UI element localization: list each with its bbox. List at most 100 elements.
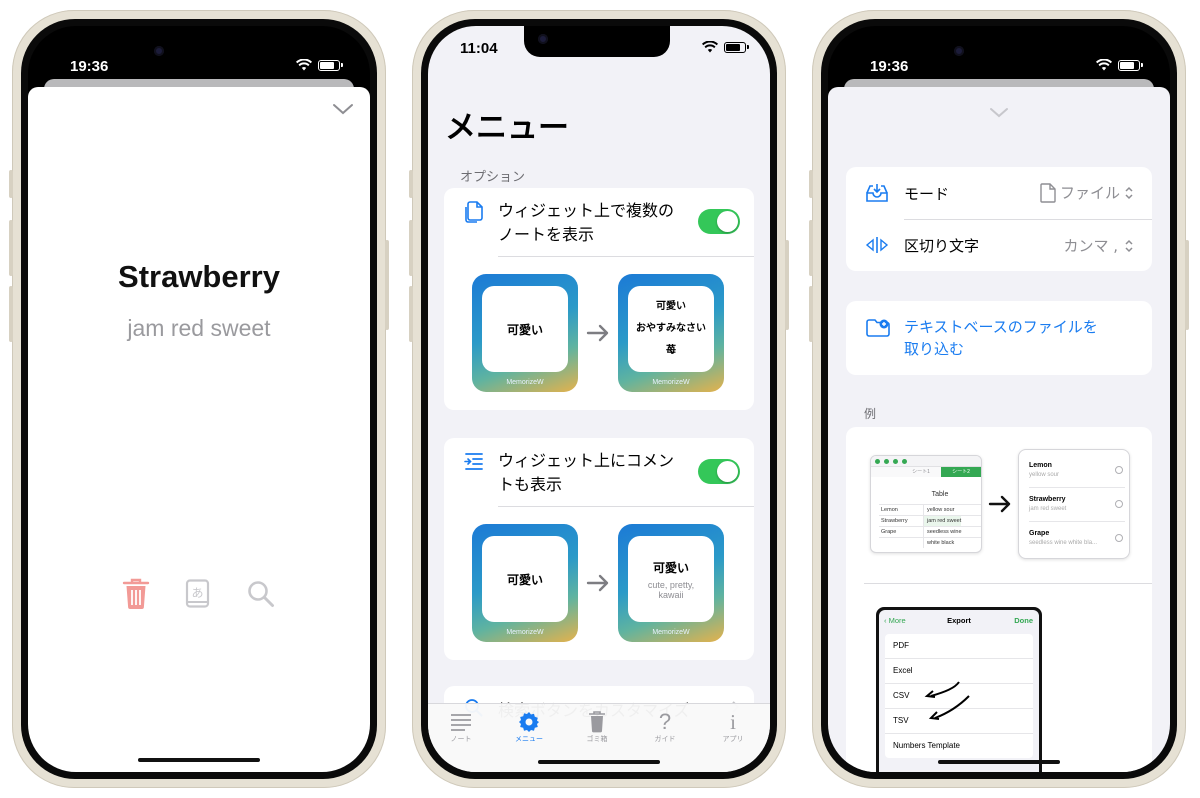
widget-brand: MemorizeW bbox=[506, 629, 544, 636]
example-card: シート1 シート2 Table Lemon yellow sour Strawber… bbox=[846, 427, 1152, 772]
tab-label: ノート bbox=[450, 735, 472, 743]
sheet-cell: yellow sour bbox=[927, 507, 955, 513]
list-item: Lemon yellow sour bbox=[1029, 454, 1125, 488]
table-title: Table bbox=[931, 491, 949, 498]
power-button bbox=[785, 240, 789, 330]
status-time: 19:36 bbox=[70, 58, 109, 75]
list-item-title: Strawberry bbox=[1029, 496, 1066, 503]
sheet-tab: シート1 bbox=[912, 469, 930, 475]
option-label-line: ウィジェット上にコメン bbox=[498, 451, 675, 470]
divider bbox=[498, 256, 754, 257]
multiple-notes-toggle[interactable] bbox=[698, 209, 740, 234]
battery-icon bbox=[724, 41, 749, 53]
sheet-tabs: シート1 シート2 bbox=[871, 467, 981, 477]
widget-brand: MemorizeW bbox=[652, 379, 690, 386]
widget-text: 可愛い bbox=[652, 560, 689, 575]
export-done[interactable]: Done bbox=[1014, 616, 1033, 625]
sheet-cell: jam red sweet bbox=[924, 516, 962, 526]
folder-add-icon bbox=[866, 319, 890, 337]
document-icon bbox=[1040, 182, 1056, 203]
export-screen: ‹ More Export Done PDF Excel CSV TSV Numbers… bbox=[879, 610, 1039, 772]
export-item[interactable]: PDF bbox=[885, 634, 1033, 659]
list-item-title: Grape bbox=[1029, 530, 1050, 537]
spreadsheet-toolbar bbox=[871, 456, 981, 467]
list-item-subtitle: jam red sweet bbox=[1029, 506, 1067, 512]
widget-text: kawaii bbox=[658, 589, 684, 600]
notch bbox=[524, 26, 670, 57]
chevron-down-icon[interactable] bbox=[332, 103, 354, 115]
setting-value-text: ファイル bbox=[1059, 184, 1120, 202]
tab-menu[interactable]: メニュー bbox=[504, 710, 554, 744]
arrow-right-icon bbox=[586, 574, 609, 592]
widget-brand: MemorizeW bbox=[652, 629, 690, 636]
setting-value-text: カンマ , bbox=[1063, 237, 1118, 255]
widget-content: 可愛い おやすみなさい 苺 bbox=[628, 286, 714, 372]
widget-content: 可愛い bbox=[482, 286, 568, 372]
import-label: テキストベースのファイルを 取り込む bbox=[904, 316, 1098, 360]
setting-value: ファイル bbox=[1040, 182, 1134, 203]
dictionary-icon[interactable]: あ bbox=[185, 579, 211, 609]
screen: 19:36 モード ファイル 区切り文字 カンマ , テキストベースのファイルを… bbox=[828, 26, 1170, 772]
tab-app[interactable]: i アプリ bbox=[708, 710, 758, 744]
show-comment-toggle[interactable] bbox=[698, 459, 740, 484]
bezel: 11:04 メニュー オプション ウィジェット上で複数の ノートを表示 可愛い … bbox=[421, 19, 777, 779]
volume-button bbox=[809, 286, 813, 342]
page-title: メニュー bbox=[445, 110, 569, 146]
list-item-title: Lemon bbox=[1029, 462, 1052, 469]
sheet-cell: Lemon bbox=[879, 505, 924, 515]
example-header: 例 bbox=[864, 407, 877, 421]
option-label: ウィジェット上で複数の ノートを表示 bbox=[498, 199, 674, 247]
camera bbox=[154, 46, 164, 56]
screen: 19:36 Strawberry jam red sweet あ bbox=[28, 26, 370, 772]
option-label-line: ノートを表示 bbox=[498, 225, 595, 244]
list-icon bbox=[451, 714, 471, 731]
wifi-icon bbox=[296, 59, 312, 71]
note-sheet: Strawberry jam red sweet あ bbox=[28, 87, 370, 772]
sheet-cell: seedless wine bbox=[927, 529, 962, 535]
widget-preview-before: 可愛い MemorizeW bbox=[472, 274, 578, 392]
setting-row-separator[interactable]: 区切り文字 カンマ , bbox=[846, 219, 1152, 271]
power-button bbox=[1185, 240, 1189, 330]
widget-preview-after: 可愛い cute, pretty, kawaii MemorizeW bbox=[618, 524, 724, 642]
tab-trash[interactable]: ゴミ箱 bbox=[572, 710, 622, 744]
spreadsheet-preview: シート1 シート2 Table Lemon yellow sour Strawber… bbox=[870, 455, 982, 553]
widget-text: 可愛い bbox=[506, 322, 543, 337]
chevron-down-icon[interactable] bbox=[989, 107, 1009, 118]
phone-card-view: 19:36 Strawberry jam red sweet あ bbox=[9, 10, 389, 788]
tab-notes[interactable]: ノート bbox=[436, 710, 486, 744]
volume-button bbox=[809, 220, 813, 276]
sheet-cell: white black bbox=[927, 540, 955, 546]
trash-icon[interactable] bbox=[122, 578, 150, 610]
sheet-row: Strawberry jam red sweet bbox=[879, 515, 981, 526]
setting-row-mode[interactable]: モード ファイル bbox=[846, 167, 1152, 219]
tab-guide[interactable]: ? ガイド bbox=[640, 709, 690, 744]
search-icon[interactable] bbox=[247, 580, 275, 608]
widget-brand: MemorizeW bbox=[506, 379, 544, 386]
option-card-show-comment: ウィジェット上にコメン トも表示 可愛い MemorizeW 可愛い cute,… bbox=[444, 438, 754, 660]
sheet-row: Lemon yellow sour bbox=[879, 504, 981, 515]
sheet-row: white black bbox=[879, 537, 981, 548]
widget-preview-before: 可愛い MemorizeW bbox=[472, 524, 578, 642]
export-nav: ‹ More Export Done bbox=[879, 610, 1039, 630]
option-card-multiple-notes: ウィジェット上で複数の ノートを表示 可愛い MemorizeW 可愛い おやす… bbox=[444, 188, 754, 410]
widget-content: 可愛い bbox=[482, 536, 568, 622]
widget-preview-after: 可愛い おやすみなさい 苺 MemorizeW bbox=[618, 274, 724, 392]
tab-bar: ノート メニュー ゴミ箱 ? ガイド i アプリ bbox=[428, 703, 770, 772]
battery-icon bbox=[318, 59, 343, 71]
setting-value: カンマ , bbox=[1063, 235, 1134, 256]
tab-label: メニュー bbox=[515, 735, 543, 743]
sheet-cell bbox=[879, 538, 924, 548]
status-icons bbox=[1096, 59, 1143, 71]
wifi-icon bbox=[702, 41, 718, 53]
import-file-button[interactable]: テキストベースのファイルを 取り込む bbox=[846, 301, 1152, 375]
list-preview: Lemon yellow sour Strawberry jam red sweet G… bbox=[1018, 449, 1130, 559]
import-label-line: 取り込む bbox=[904, 340, 965, 358]
import-sheet: モード ファイル 区切り文字 カンマ , テキストベースのファイルを 取り込む … bbox=[828, 87, 1170, 772]
list-item: Strawberry jam red sweet bbox=[1029, 488, 1125, 522]
side-button bbox=[9, 170, 13, 198]
note-subtitle: jam red sweet bbox=[127, 315, 271, 341]
status-time: 11:04 bbox=[460, 40, 498, 57]
volume-button bbox=[9, 286, 13, 342]
divider bbox=[498, 506, 754, 507]
tab-label: ガイド bbox=[654, 735, 676, 743]
